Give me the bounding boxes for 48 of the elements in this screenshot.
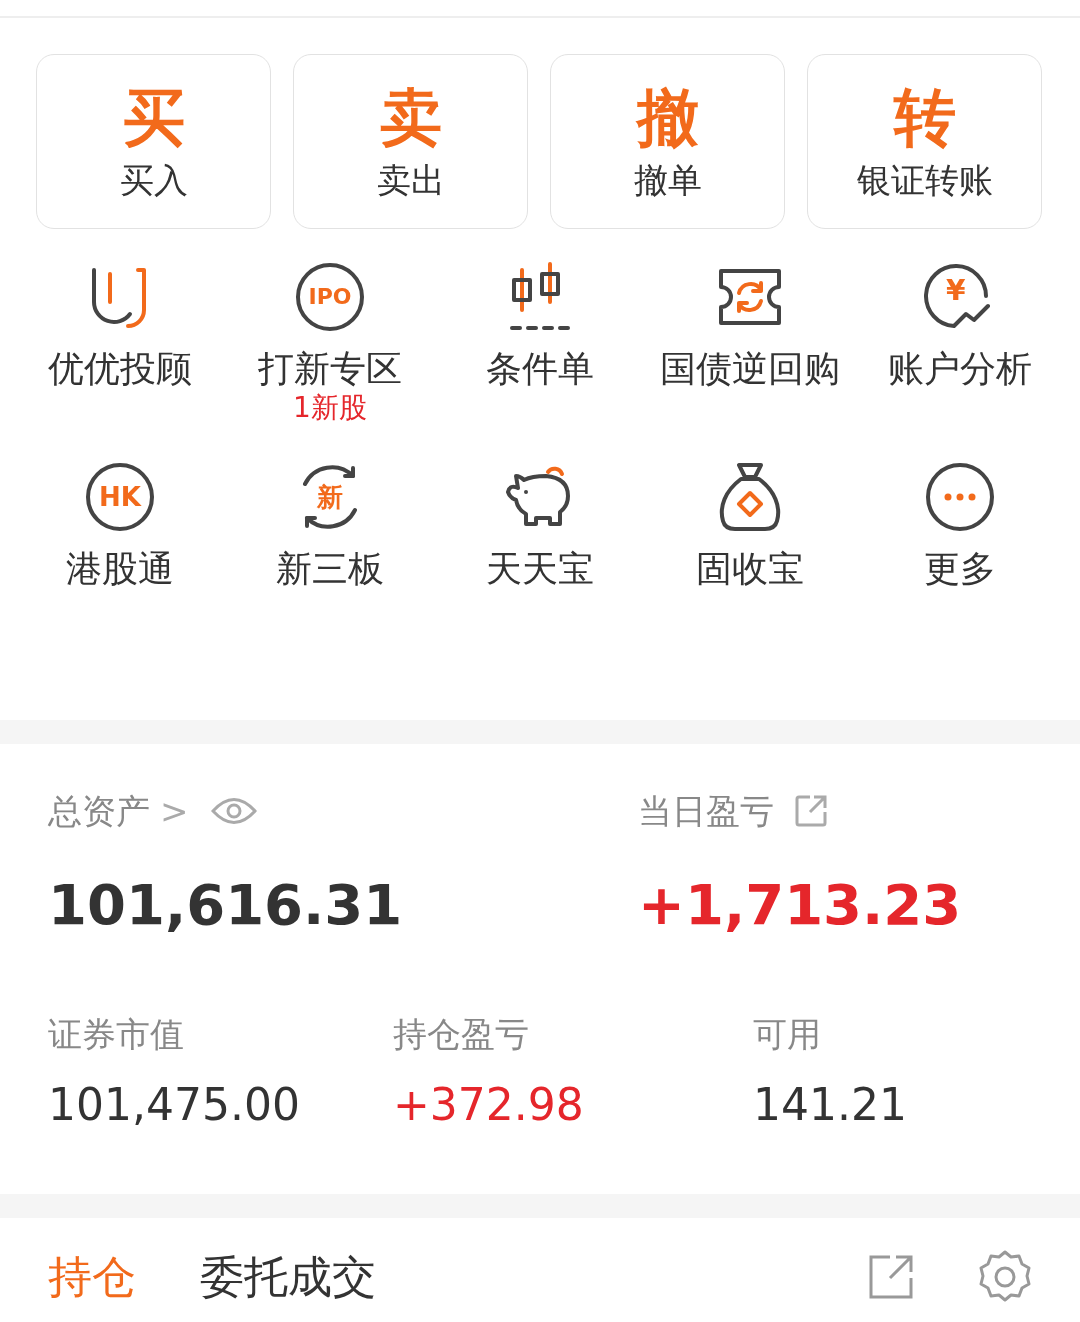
settings-icon[interactable] <box>978 1250 1032 1304</box>
action-card[interactable]: 买 买入 <box>36 54 271 229</box>
more-icon <box>925 462 995 532</box>
metric-value: +372.98 <box>393 1079 585 1130</box>
share-icon[interactable] <box>868 1254 914 1300</box>
shortcut-item[interactable]: 固收宝 <box>645 459 855 644</box>
shortcut-item[interactable]: 条件单 <box>435 259 645 459</box>
action-glyph: 卖 <box>379 86 442 149</box>
ipo-icon-text: IPO <box>308 286 352 308</box>
eye-icon[interactable] <box>210 796 257 826</box>
ipo-circle-icon <box>295 262 365 332</box>
action-card[interactable]: 撤 撤单 <box>550 54 785 229</box>
shortcut-item[interactable]: HK 港股通 <box>15 459 225 644</box>
action-card[interactable]: 转 银证转账 <box>807 54 1042 229</box>
hk-circle-icon <box>85 462 155 532</box>
share-icon[interactable] <box>794 794 828 828</box>
money-bag-icon <box>717 461 783 533</box>
hk-icon-text: HK <box>99 484 141 510</box>
action-label: 买入 <box>119 162 188 197</box>
action-card[interactable]: 卖 卖出 <box>293 54 528 229</box>
action-glyph: 转 <box>893 86 956 149</box>
shortcut-item[interactable]: 天天宝 <box>435 459 645 644</box>
yen-icon-text: ¥ <box>946 277 966 305</box>
action-glyph: 撤 <box>636 86 699 149</box>
new-stock-note: 1新股 <box>293 390 367 427</box>
shortcut-item[interactable]: 国债逆回购 <box>645 259 855 459</box>
metric-label: 持仓盈亏 <box>393 1014 529 1054</box>
daily-pnl-value: +1,713.23 <box>638 872 963 937</box>
shortcut-item[interactable]: ¥ 账户分析 <box>855 259 1065 459</box>
metric-value: 141.21 <box>753 1079 908 1130</box>
tab[interactable]: 委托成交 <box>200 1217 376 1322</box>
shortcut-item[interactable]: 更多 <box>855 459 1065 644</box>
total-assets-value: 101,616.31 <box>48 872 404 937</box>
action-label: 银证转账 <box>856 162 993 197</box>
metric-label: 证券市值 <box>48 1014 184 1054</box>
shortcut-item[interactable]: IPO 打新专区 1新股 <box>225 259 435 459</box>
action-label: 卖出 <box>376 162 445 197</box>
chevron-icon: > <box>160 794 189 828</box>
metric-label: 可用 <box>753 1014 821 1054</box>
xin-icon-text: 新 <box>317 484 343 510</box>
shortcut-item[interactable]: 新 新三板 <box>225 459 435 644</box>
action-label: 撤单 <box>633 162 702 197</box>
metric-value: 101,475.00 <box>48 1079 301 1130</box>
total-assets-label[interactable]: 总资产 <box>48 794 150 828</box>
shortcut-item[interactable]: 优优投顾 <box>15 259 225 459</box>
candlestick-icon <box>510 262 570 332</box>
daily-pnl-label: 当日盈亏 <box>638 794 774 828</box>
action-glyph: 买 <box>122 86 185 149</box>
